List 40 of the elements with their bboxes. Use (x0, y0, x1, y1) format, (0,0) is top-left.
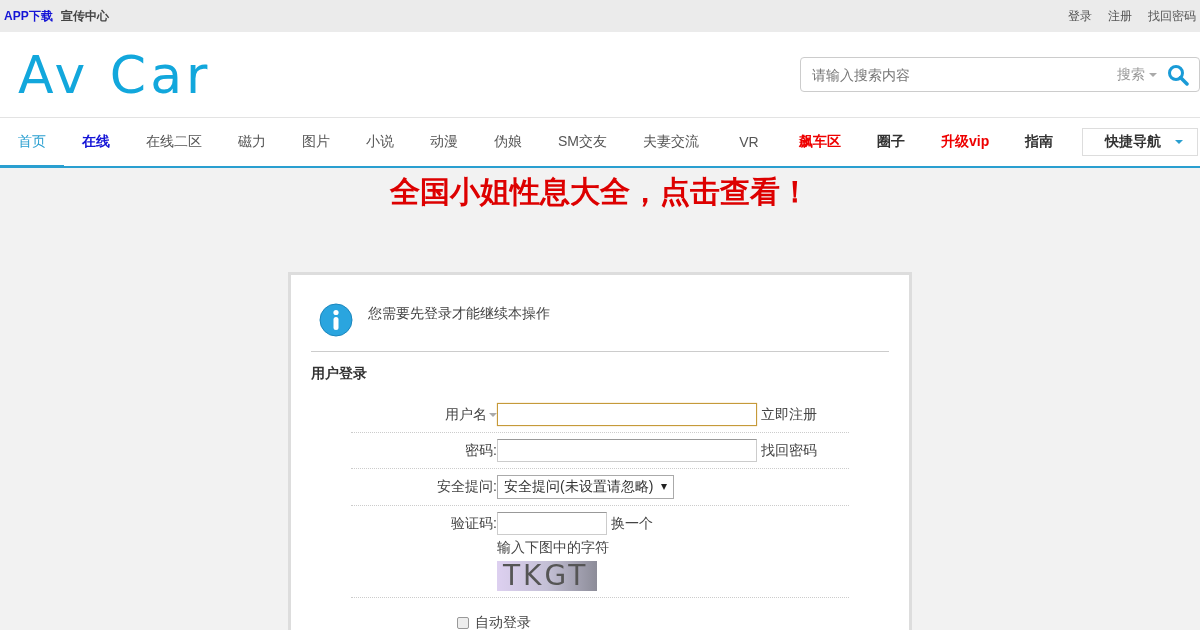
captcha-image: TKGT (497, 561, 597, 591)
nav-tab[interactable]: 在线 (64, 118, 128, 166)
recover-password-link[interactable]: 找回密码 (761, 439, 817, 460)
nav-tab[interactable]: 小说 (348, 118, 412, 166)
nav-tab[interactable]: 在线二区 (128, 118, 220, 166)
nav-tab[interactable]: VR (717, 118, 781, 166)
nav-tab[interactable]: 指南 (1007, 118, 1072, 166)
nav-tab[interactable]: 圈子 (859, 118, 923, 166)
top-link[interactable]: 找回密码 (1148, 7, 1196, 25)
section-title: 用户登录 (311, 365, 368, 383)
nav-tab[interactable]: 伪娘 (476, 118, 540, 166)
quick-nav-button[interactable]: 快捷导航 (1082, 128, 1198, 156)
top-link[interactable]: APP下载 (4, 7, 53, 25)
captcha-field[interactable] (497, 512, 607, 535)
nav-tab[interactable]: 图片 (284, 118, 348, 166)
captcha-hint: 输入下图中的字符 (497, 539, 610, 557)
security-question-select[interactable]: 安全提问(未设置请忽略) (497, 475, 675, 499)
top-link[interactable]: 注册 (1108, 7, 1132, 25)
nav-tab[interactable]: SM交友 (540, 118, 625, 166)
password-field[interactable] (497, 439, 757, 462)
nav-tab[interactable]: 夫妻交流 (625, 118, 717, 166)
field-label: 密码: (465, 442, 497, 460)
top-link[interactable]: 登录 (1068, 7, 1092, 25)
nav-tab[interactable]: 飙车区 (781, 118, 859, 166)
login-notice: 您需要先登录才能继续本操作 (368, 305, 550, 323)
banner-link[interactable]: 全国小姐性息大全，点击查看！ (390, 175, 810, 208)
nav-tab[interactable]: 磁力 (220, 118, 284, 166)
field-label: 用户名 (445, 406, 487, 424)
refresh-captcha-link[interactable]: 换一个 (611, 512, 653, 533)
register-link[interactable]: 立即注册 (761, 403, 817, 424)
nav-tab[interactable]: 动漫 (412, 118, 476, 166)
checkbox-label: 自动登录 (475, 614, 531, 630)
field-label: 安全提问: (437, 478, 497, 496)
search-icon[interactable] (1167, 63, 1189, 86)
top-link[interactable]: 宣传中心 (60, 7, 109, 25)
username-field[interactable] (497, 403, 757, 426)
field-label: 验证码: (451, 515, 497, 533)
info-icon (319, 303, 353, 337)
nav-tab[interactable]: 升级vip (923, 118, 1008, 166)
auto-login-checkbox[interactable] (457, 617, 469, 629)
